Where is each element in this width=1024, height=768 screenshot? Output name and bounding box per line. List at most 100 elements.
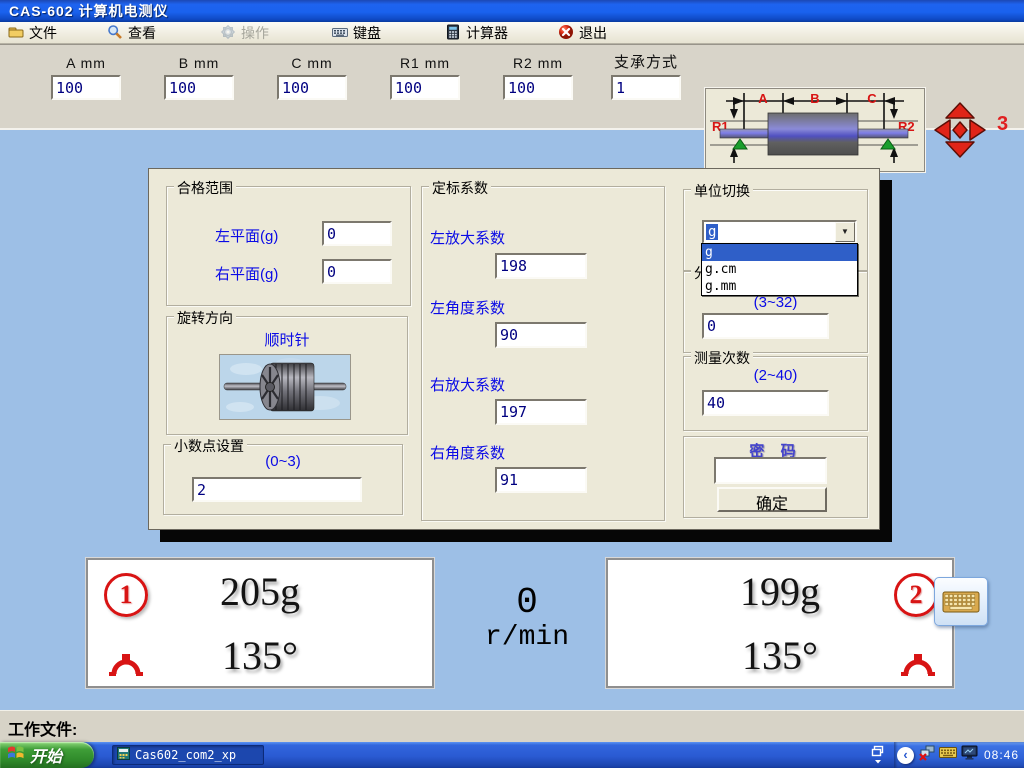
menu-item-keyboard[interactable]: 键盘 xyxy=(332,22,381,44)
param-field-r1: R1 mm xyxy=(379,51,471,100)
exit-icon xyxy=(558,24,574,43)
network-disconnected-icon[interactable] xyxy=(918,744,935,766)
unit-selected-value: g xyxy=(704,222,835,242)
language-bar-icon[interactable] xyxy=(870,743,886,767)
menu-item-label: 操作 xyxy=(241,23,269,43)
param-label: C mm xyxy=(266,51,358,75)
onscreen-keyboard-button[interactable] xyxy=(934,577,988,626)
taskbar-clock: 08:46 xyxy=(984,748,1019,762)
right-readout-panel: 199g 2 135° xyxy=(606,558,954,688)
taskbar-app-button[interactable]: Cas602_com2_xp xyxy=(112,745,264,765)
param-field-support: 支承方式 xyxy=(600,51,692,100)
decimal-input[interactable] xyxy=(192,477,362,502)
division-range-hint: (3~32) xyxy=(684,294,867,311)
svg-text:B: B xyxy=(810,91,819,106)
left-angle-value: 135° xyxy=(88,632,432,679)
param-label: R1 mm xyxy=(379,51,471,75)
tray-monitor-icon[interactable] xyxy=(961,745,978,765)
division-input[interactable] xyxy=(702,313,829,339)
speed-readout: 0 r/min xyxy=(462,584,592,654)
menu-item-view[interactable]: 查看 xyxy=(107,22,156,44)
svg-text:A: A xyxy=(758,91,768,106)
unit-combobox[interactable]: g ▼ xyxy=(702,220,857,244)
param-input-r2[interactable] xyxy=(503,75,573,100)
tray-keyboard-icon[interactable] xyxy=(939,746,957,764)
angle-marker-icon xyxy=(898,644,938,683)
combo-dropdown-button[interactable]: ▼ xyxy=(835,222,855,242)
plane-2-badge: 2 xyxy=(894,573,938,617)
cal-label-left-angle: 左角度系数 xyxy=(430,297,505,318)
menu-item-calculator[interactable]: 计算器 xyxy=(445,22,508,44)
cal-label-right-angle: 右角度系数 xyxy=(430,442,505,463)
menu-item-operate[interactable]: 操作 xyxy=(220,22,269,44)
group-title: 单位切换 xyxy=(691,181,753,201)
rotor-image xyxy=(219,354,351,420)
title-bar: CAS-602 计算机电测仪 xyxy=(0,0,1024,22)
rotation-direction-value: 顺时针 xyxy=(167,329,407,350)
param-input-b[interactable] xyxy=(164,75,234,100)
task-label: Cas602_com2_xp xyxy=(135,748,236,762)
unit-option-gcm[interactable]: g.cm xyxy=(702,261,857,278)
start-label: 开始 xyxy=(30,743,62,767)
group-calibration: 定标系数 左放大系数 左角度系数 右放大系数 右角度系数 xyxy=(421,186,665,521)
param-input-c[interactable] xyxy=(277,75,347,100)
system-tray: ‹ 08:46 xyxy=(894,742,1024,768)
calculator-icon xyxy=(445,24,461,43)
unit-option-g[interactable]: g xyxy=(702,244,857,261)
param-label: R2 mm xyxy=(492,51,584,75)
work-file-label: 工作文件: xyxy=(8,716,77,740)
gear-icon xyxy=(220,24,236,43)
move-indicator: 3 xyxy=(933,101,1023,161)
menu-item-label: 计算器 xyxy=(466,23,508,43)
speed-value: 0 xyxy=(462,584,592,622)
menu-item-label: 查看 xyxy=(128,23,156,43)
svg-text:C: C xyxy=(867,91,877,106)
menu-item-exit[interactable]: 退出 xyxy=(558,22,607,44)
unit-dropdown-list: g g.cm g.mm xyxy=(701,243,858,296)
menu-item-file[interactable]: 文件 xyxy=(8,22,57,44)
password-ok-button[interactable]: 确定 xyxy=(717,487,827,512)
left-unbalance-amount: 205g xyxy=(88,568,432,615)
cal-input-left-gain[interactable] xyxy=(495,253,587,279)
settings-dialog: 合格范围 左平面(g) 右平面(g) 旋转方向 顺时针 xyxy=(148,168,880,530)
param-label: A mm xyxy=(40,51,132,75)
cal-label-right-gain: 右放大系数 xyxy=(430,374,505,395)
menu-item-label: 文件 xyxy=(29,23,57,43)
right-plane-input[interactable] xyxy=(322,259,392,284)
rotor-dimension-diagram: A B C R1 R2 xyxy=(705,88,925,172)
parameter-panel: A mm B mm C mm R1 mm R2 mm 支承方式 xyxy=(0,44,1024,130)
group-measure-count: 测量次数 (2~40) xyxy=(683,356,868,431)
unit-option-gmm[interactable]: g.mm xyxy=(702,278,857,295)
decimal-range-hint: (0~3) xyxy=(164,453,402,470)
start-button[interactable]: 开始 xyxy=(0,742,94,768)
left-plane-input[interactable] xyxy=(322,221,392,246)
cal-input-left-angle[interactable] xyxy=(495,322,587,348)
measure-range-hint: (2~40) xyxy=(684,367,867,384)
param-label: 支承方式 xyxy=(600,51,692,75)
param-field-a: A mm xyxy=(40,51,132,100)
magnifier-icon xyxy=(107,24,123,43)
file-icon xyxy=(8,24,24,43)
password-input[interactable] xyxy=(714,457,827,484)
param-input-support[interactable] xyxy=(611,75,681,100)
param-input-r1[interactable] xyxy=(390,75,460,100)
param-label: B mm xyxy=(153,51,245,75)
windows-logo-icon xyxy=(6,743,25,767)
hide-icons-chevron[interactable]: ‹ xyxy=(897,747,914,764)
cal-label-left-gain: 左放大系数 xyxy=(430,227,505,248)
right-plane-label: 右平面(g) xyxy=(215,263,278,284)
status-bar: 工作文件: xyxy=(0,710,1024,742)
measure-count-input[interactable] xyxy=(702,390,829,416)
menu-bar: 文件 查看 操作 键盘 计算器 退出 xyxy=(0,22,1024,44)
param-field-c: C mm xyxy=(266,51,358,100)
keyboard-icon xyxy=(332,24,348,43)
group-title: 合格范围 xyxy=(174,178,236,198)
menu-item-label: 退出 xyxy=(579,23,607,43)
cal-input-right-gain[interactable] xyxy=(495,399,587,425)
param-field-b: B mm xyxy=(153,51,245,100)
param-input-a[interactable] xyxy=(51,75,121,100)
screen: CAS-602 计算机电测仪 文件 查看 操作 键盘 计算器 退出 xyxy=(0,0,1024,768)
cal-input-right-angle[interactable] xyxy=(495,467,587,493)
group-decimal-setting: 小数点设置 (0~3) xyxy=(163,444,403,515)
move-counter: 3 xyxy=(997,113,1008,136)
